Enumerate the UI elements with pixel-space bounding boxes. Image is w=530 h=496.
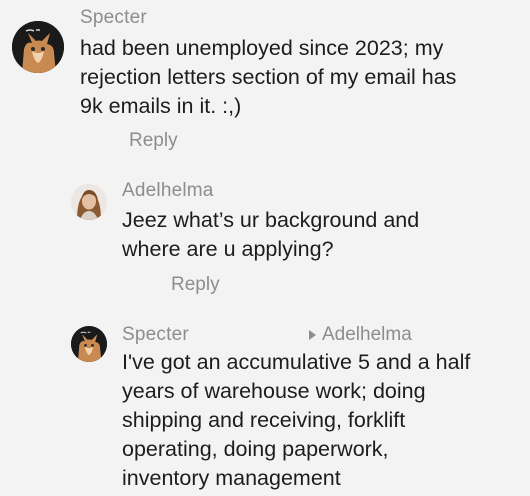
reply-to-author[interactable]: Adelhelma: [322, 324, 412, 346]
comment-author[interactable]: Adelhelma: [122, 180, 214, 202]
cat-avatar-icon[interactable]: [12, 21, 64, 73]
comment-author[interactable]: Specter: [80, 7, 147, 29]
cat-avatar-icon[interactable]: [71, 326, 107, 362]
comment-text: Jeez what’s ur background and where are …: [122, 208, 420, 261]
comment-text: had been unemployed since 2023; my rejec…: [80, 36, 457, 118]
reply-button[interactable]: Reply: [129, 130, 178, 152]
play-arrow-icon: [309, 330, 316, 340]
comment-text: I've got an accumulative 5 and a half ye…: [122, 350, 471, 490]
woman-avatar-icon[interactable]: [71, 184, 107, 220]
reply-button[interactable]: Reply: [171, 274, 220, 296]
comment-author[interactable]: Specter: [122, 324, 189, 346]
reply-to-indicator[interactable]: Adelhelma: [309, 324, 412, 346]
